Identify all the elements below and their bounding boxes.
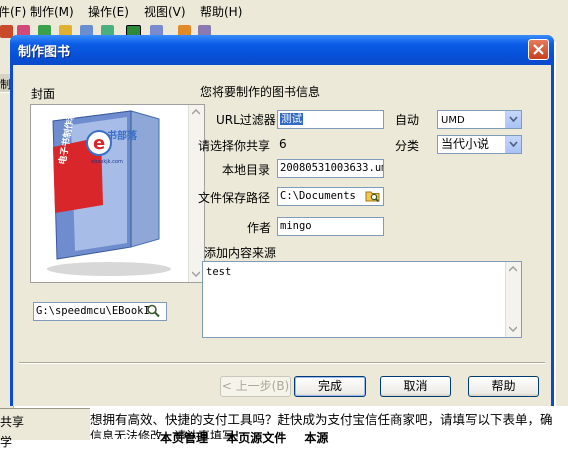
menu-view[interactable]: 视图(V) — [144, 3, 186, 20]
dialog-separator — [19, 362, 545, 364]
format-select-arrow[interactable] — [505, 111, 521, 128]
dialog-title: 制作图书 — [18, 45, 71, 60]
browse-search-icon[interactable] — [146, 304, 160, 318]
section-title: 您将要制作的图书信息 — [200, 85, 321, 99]
scroll-up-button[interactable] — [189, 105, 204, 120]
share-label: 请选择你共享 — [198, 139, 271, 153]
url-filter-field[interactable]: 测试 — [277, 110, 384, 129]
brand-name: 书部落 — [107, 129, 138, 142]
bottom-label: 学 — [0, 435, 13, 449]
local-dir-field[interactable]: 20080531003633.um — [277, 159, 384, 178]
tab-page-source[interactable]: 本页源文件 — [226, 431, 286, 445]
dialog-body: 封面 e 书部落 ebookjk.com 电子书制作利器 G:\speedmcu… — [13, 65, 551, 406]
share-value: 6 — [279, 137, 287, 151]
format-select[interactable]: UMD — [437, 110, 522, 129]
author-label: 作者 — [247, 221, 272, 235]
menu-help[interactable]: 帮助(H) — [200, 3, 242, 20]
folder-browse-icon[interactable] — [365, 189, 381, 203]
menu-make[interactable]: 制作(M) — [30, 3, 74, 20]
share-label: 共享 — [0, 415, 25, 429]
notice-line-1: 想拥有高效、快捷的支付工具吗？赶快成为支付宝信任商家吧，请填写以下表单，确 — [90, 412, 553, 427]
close-button[interactable] — [528, 39, 549, 60]
brand-url: ebookjk.com — [91, 159, 123, 165]
help-button[interactable]: 帮助 — [468, 376, 539, 397]
cover-label: 封面 — [31, 87, 56, 101]
chevron-down-icon — [509, 141, 518, 147]
app-menubar: 件(F) 制作(M) 操作(E) 视图(V) 帮助(H) — [0, 0, 568, 23]
auto-label: 自动 — [395, 113, 420, 127]
cover-image-box: e 书部落 ebookjk.com 电子书制作利器 — [30, 104, 205, 283]
tab-page-manage[interactable]: 本页管理 — [160, 431, 208, 445]
chevron-up-icon — [509, 266, 517, 272]
chevron-down-icon — [509, 116, 518, 122]
category-select[interactable]: 当代小说 — [437, 135, 522, 154]
toolbar-icon[interactable] — [0, 25, 13, 38]
cancel-button[interactable]: 取消 — [380, 376, 451, 397]
category-select-arrow[interactable] — [505, 136, 521, 153]
chevron-down-icon — [509, 326, 517, 332]
close-icon — [533, 44, 544, 55]
menu-file[interactable]: 件(F) — [0, 3, 26, 20]
scroll-up-button[interactable] — [506, 262, 521, 277]
scroll-down-button[interactable] — [506, 322, 521, 337]
brand-letter: e — [93, 133, 105, 154]
app-bottom-left-panel: 共享 学 — [0, 408, 90, 449]
finish-button[interactable]: 完成 — [294, 376, 366, 397]
chevron-up-icon — [192, 109, 200, 115]
app-bottom-tabs: 本页管理 本页源文件 本源 — [160, 429, 342, 446]
content-source-label: 添加内容来源 — [204, 246, 277, 260]
app-right-panel — [556, 42, 568, 439]
author-field[interactable]: mingo — [277, 217, 384, 236]
content-scrollbar[interactable] — [505, 262, 521, 337]
make-book-dialog: 制作图书 封面 e 书部落 ebookjk.com 电子书制作利器 G:\spe… — [10, 35, 554, 406]
menu-operate[interactable]: 操作(E) — [88, 3, 129, 20]
chevron-down-icon — [192, 271, 200, 277]
local-dir-label: 本地目录 — [222, 163, 271, 177]
save-path-label: 文件保存路径 — [198, 191, 271, 205]
tab-source[interactable]: 本源 — [304, 431, 328, 445]
content-source-textarea[interactable]: test — [202, 261, 522, 338]
book-cover-image: e 书部落 ebookjk.com 电子书制作利器 — [31, 105, 189, 282]
back-button[interactable]: < 上一步(B) — [220, 376, 291, 397]
category-label: 分类 — [395, 139, 420, 153]
url-filter-label: URL过滤器 — [216, 113, 276, 127]
dialog-titlebar[interactable]: 制作图书 — [10, 35, 554, 65]
